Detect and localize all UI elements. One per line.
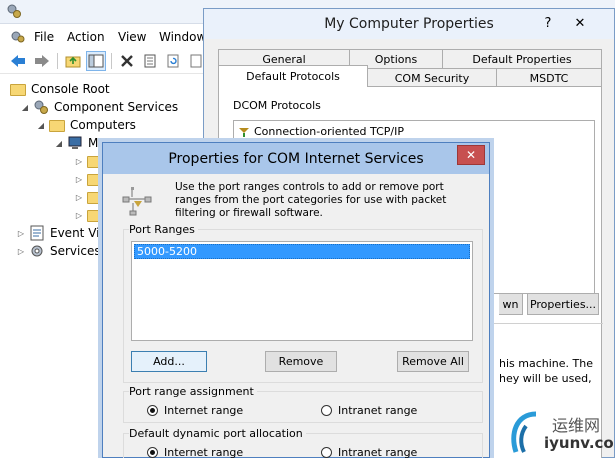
partial-button[interactable]: wn — [499, 293, 523, 315]
tab-default-protocols[interactable]: Default Protocols — [218, 65, 368, 87]
remove-all-button[interactable]: Remove All — [397, 351, 469, 372]
forward-arrow-icon[interactable] — [32, 51, 52, 71]
watermark-logo-icon — [511, 411, 537, 453]
expand-arrow-icon[interactable]: ▷ — [74, 175, 84, 184]
expand-arrow-icon[interactable]: ▷ — [16, 229, 26, 238]
com-internet-services-dialog: Properties for COM Internet Services ✕ U… — [102, 142, 490, 458]
folder-icon — [87, 156, 103, 168]
expand-arrow-icon[interactable]: ▷ — [16, 247, 26, 256]
services-gear-icon — [31, 245, 43, 257]
computer-icon — [68, 136, 82, 149]
tree-item-console-root[interactable]: Console Root — [10, 80, 110, 98]
watermark-en-text: iyunv.com — [544, 434, 615, 452]
list-item[interactable]: 5000-5200 — [134, 244, 470, 259]
radio-button[interactable] — [147, 447, 158, 458]
expand-arrow-icon[interactable]: ▷ — [74, 157, 84, 166]
delete-icon[interactable] — [117, 51, 137, 71]
radio-button[interactable] — [321, 447, 332, 458]
show-console-tree-icon[interactable] — [86, 51, 106, 71]
intro-text: Use the port ranges controls to add or r… — [175, 181, 447, 219]
close-button[interactable]: ✕ — [457, 145, 485, 165]
tab-default-properties[interactable]: Default Properties — [442, 49, 602, 68]
properties-icon[interactable] — [140, 51, 160, 71]
folder-icon — [87, 210, 103, 222]
collapse-arrow-icon[interactable]: ◢ — [36, 121, 46, 130]
assignment-internet-radio[interactable]: Internet range — [147, 404, 243, 417]
port-range-assignment-label: Port range assignment — [129, 385, 257, 398]
dialog-title-bar[interactable]: My Computer Properties ? ✕ — [204, 9, 614, 39]
back-arrow-icon[interactable] — [8, 51, 28, 71]
console-menu-icon[interactable] — [10, 30, 26, 44]
radio-label: Intranet range — [338, 446, 418, 458]
properties-button[interactable]: Properties... — [527, 293, 599, 315]
toolbar-separator — [111, 53, 112, 69]
dcom-protocols-label: DCOM Protocols — [233, 99, 321, 112]
radio-button[interactable] — [147, 405, 158, 416]
tree-label: Component Services — [54, 100, 179, 114]
component-services-app-icon — [7, 4, 21, 18]
list-item[interactable]: Connection-oriented TCP/IP — [238, 125, 404, 138]
add-button[interactable]: Add... — [131, 351, 207, 372]
dialog-title: Properties for COM Internet Services — [168, 151, 424, 167]
folder-icon — [10, 84, 26, 96]
menu-action[interactable]: Action — [67, 30, 105, 44]
menu-window[interactable]: Window — [159, 30, 206, 44]
watermark-cn-text: 运维网 — [552, 416, 601, 435]
tab-msdtc[interactable]: MSDTC — [496, 68, 602, 87]
toolbar-separator — [57, 53, 58, 69]
refresh-icon[interactable] — [163, 51, 183, 71]
network-ports-icon — [122, 187, 152, 216]
component-services-icon — [34, 100, 48, 114]
dynamic-internet-radio[interactable]: Internet range — [147, 446, 243, 458]
radio-label: Internet range — [164, 446, 244, 458]
port-ranges-list[interactable]: 5000-5200 — [131, 241, 473, 341]
tree-label: Computers — [70, 118, 136, 132]
dialog-title-bar[interactable]: Properties for COM Internet Services ✕ — [103, 143, 489, 174]
up-folder-icon[interactable] — [63, 51, 83, 71]
collapse-arrow-icon[interactable]: ◢ — [54, 139, 64, 148]
remove-button[interactable]: Remove — [265, 351, 337, 372]
tab-com-security[interactable]: COM Security — [367, 68, 497, 87]
folder-icon — [87, 192, 103, 204]
folder-icon — [87, 174, 103, 186]
menu-view[interactable]: View — [118, 30, 146, 44]
menu-file[interactable]: File — [34, 30, 54, 44]
protocol-name: Connection-oriented TCP/IP — [254, 125, 404, 138]
expand-arrow-icon[interactable]: ▷ — [74, 211, 84, 220]
assignment-intranet-radio[interactable]: Intranet range — [321, 404, 417, 417]
event-viewer-icon — [30, 225, 44, 241]
description-text: his machine. The hey will be used, — [499, 356, 593, 386]
port-ranges-label: Port Ranges — [129, 223, 198, 236]
expand-arrow-icon[interactable]: ▷ — [74, 193, 84, 202]
watermark: 运维网 iyunv.com — [506, 408, 615, 458]
help-button[interactable]: ? — [534, 12, 562, 34]
tree-item-computers[interactable]: ◢ Computers — [36, 116, 136, 134]
folder-icon — [49, 120, 65, 132]
dynamic-intranet-radio[interactable]: Intranet range — [321, 446, 417, 458]
network-protocol-icon — [239, 127, 249, 137]
tree-item-services[interactable]: ▷ Services ( — [16, 242, 109, 260]
radio-label: Internet range — [164, 404, 244, 417]
radio-button[interactable] — [321, 405, 332, 416]
description-line: his machine. The — [499, 357, 593, 370]
dynamic-port-allocation-label: Default dynamic port allocation — [129, 427, 306, 440]
tree-label: Services ( — [50, 244, 110, 258]
close-button[interactable]: ✕ — [566, 12, 594, 34]
collapse-arrow-icon[interactable]: ◢ — [20, 103, 30, 112]
tree-item-component-services[interactable]: ◢ Component Services — [20, 98, 178, 116]
description-line: hey will be used, — [499, 372, 592, 385]
radio-label: Intranet range — [338, 404, 418, 417]
tree-label: Console Root — [31, 82, 110, 96]
